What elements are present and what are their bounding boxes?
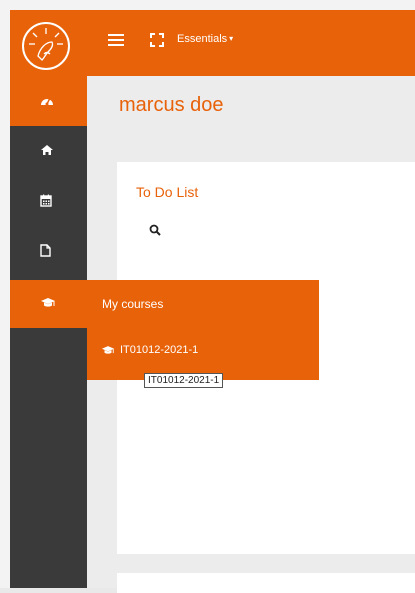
essentials-dropdown[interactable]: Essentials ▾ [177,33,233,45]
todo-card-title: To Do List [136,184,199,200]
sidebar-item-files[interactable] [10,226,87,276]
graduation-cap-icon [41,298,55,307]
sidebar-item-home[interactable] [10,126,87,176]
essentials-label: Essentials [177,33,228,45]
top-navbar: Essentials ▾ [10,10,415,76]
course-link[interactable]: IT01012-2021-1 [101,344,198,356]
search-icon[interactable] [149,224,161,236]
dashboard-icon [41,97,53,106]
next-card [117,573,415,593]
my-courses-label: My courses [102,297,164,311]
file-icon [40,244,51,257]
sidebar-item-dashboard[interactable] [10,76,87,126]
course-link-label: IT01012-2021-1 [120,344,199,356]
window-frame-top [0,0,415,10]
graduation-cap-icon [101,345,115,354]
logo-icon [29,28,63,61]
expand-icon[interactable] [150,32,164,47]
sidebar-item-my-courses[interactable]: My courses [10,280,319,328]
my-courses-flyout: My courses IT01012-2021-1 [10,280,319,380]
sidebar-item-calendar[interactable] [10,176,87,226]
hamburger-icon[interactable] [108,34,124,48]
home-icon [41,145,53,155]
page-title: marcus doe [119,94,224,116]
chevron-down-icon: ▾ [229,34,234,43]
calendar-icon [40,194,52,207]
site-logo[interactable] [22,22,70,70]
course-tooltip: IT01012-2021-1 [144,373,224,388]
window-frame-left [0,0,10,588]
